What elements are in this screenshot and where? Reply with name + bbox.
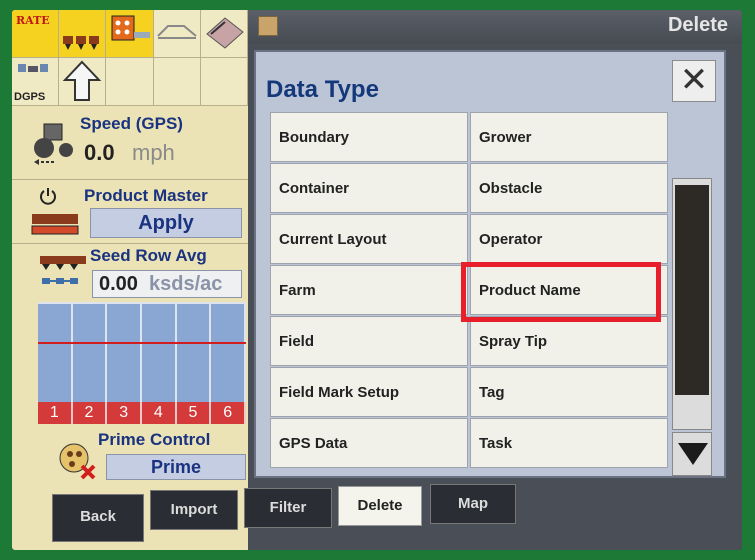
power-icon — [40, 188, 56, 205]
tab-import[interactable]: Import — [150, 490, 238, 530]
row-bar-graph[interactable] — [38, 302, 246, 402]
empty-status-cell — [106, 58, 154, 106]
main-area: Delete Data Type ✕ Boundary Grower Conta… — [248, 10, 742, 550]
prime-button[interactable]: Prime — [106, 454, 246, 480]
seed-row-avg-title: Seed Row Avg — [90, 246, 207, 265]
list-item-product-name[interactable]: Product Name — [470, 265, 668, 315]
dgps-cell[interactable]: DGPS — [12, 58, 60, 106]
top-bar: Delete — [248, 10, 742, 44]
list-item[interactable]: Grower — [470, 112, 668, 162]
list-item[interactable]: Spray Tip — [470, 316, 668, 366]
empty-status-cell — [153, 58, 201, 106]
scroll-down-icon[interactable] — [672, 432, 712, 476]
data-type-dialog: Data Type ✕ Boundary Grower Container Ob… — [254, 50, 726, 478]
list-item[interactable]: Field Mark Setup — [270, 367, 468, 417]
row-bar — [211, 302, 246, 402]
seed-map-icon[interactable] — [106, 10, 154, 58]
speed-value: 0.0 — [84, 140, 115, 165]
prime-no-icon — [59, 443, 96, 480]
list-item[interactable]: Task — [470, 418, 668, 468]
apply-button[interactable]: Apply — [90, 208, 242, 238]
page-title: Delete — [667, 14, 728, 36]
row-numbers: 1 2 3 4 5 6 — [38, 402, 246, 424]
scrollbar-thumb[interactable] — [675, 185, 709, 395]
seed-row-avg-unit: ksds/ac — [149, 273, 223, 295]
list-item[interactable]: Farm — [270, 265, 468, 315]
list-item[interactable]: Obstacle — [470, 163, 668, 213]
bottom-tab-bar: Back Import Filter Delete Map — [12, 480, 742, 550]
heading-arrow-icon[interactable] — [59, 58, 107, 106]
status-panel: RATE DGPS Speed (GPS) 0.0 mph Product Ma… — [12, 10, 248, 550]
scrollbar[interactable] — [672, 178, 712, 430]
rate-cell[interactable]: RATE — [12, 10, 60, 58]
hitch-icon[interactable] — [153, 10, 201, 58]
row-bar — [142, 302, 177, 402]
tab-map[interactable]: Map — [430, 484, 516, 524]
row-number: 2 — [72, 402, 108, 424]
list-item[interactable]: Operator — [470, 214, 668, 264]
row-bar — [107, 302, 142, 402]
dgps-label: DGPS — [14, 91, 46, 103]
tab-back[interactable]: Back — [52, 494, 144, 542]
planter-icon — [31, 214, 79, 235]
row-bar — [176, 302, 212, 402]
rate-label: RATE — [16, 14, 50, 27]
seed-row-avg-widget: Seed Row Avg 0.00 ksds/ac — [12, 244, 248, 304]
dialog-title: Data Type — [266, 76, 379, 103]
data-manager-icon — [258, 16, 278, 36]
tab-delete[interactable]: Delete — [338, 486, 422, 526]
row-number: 4 — [142, 402, 177, 424]
row-number: 3 — [107, 402, 142, 424]
product-master-title: Product Master — [84, 186, 208, 205]
tractor-icon — [34, 123, 73, 165]
row-number: 1 — [38, 402, 73, 424]
planter-rows-icon[interactable] — [59, 10, 107, 58]
speed-widget[interactable]: Speed (GPS) 0.0 mph — [12, 106, 248, 180]
speed-unit: mph — [132, 140, 175, 165]
empty-status-cell — [200, 58, 248, 106]
list-item[interactable]: Container — [270, 163, 468, 213]
seed-row-avg-value: 0.00 — [99, 273, 138, 295]
target-line — [38, 342, 246, 344]
row-bar — [72, 302, 108, 402]
display-screen: RATE DGPS Speed (GPS) 0.0 mph Product Ma… — [12, 10, 742, 550]
console-icon[interactable] — [200, 10, 248, 58]
list-item[interactable]: Tag — [470, 367, 668, 417]
list-item[interactable]: Current Layout — [270, 214, 468, 264]
list-item[interactable]: Field — [270, 316, 468, 366]
list-item[interactable]: Boundary — [270, 112, 468, 162]
prime-control-title: Prime Control — [98, 430, 211, 449]
tab-filter[interactable]: Filter — [244, 488, 332, 528]
status-icon-grid: RATE DGPS — [12, 10, 248, 106]
row-bar — [38, 302, 73, 402]
row-number: 6 — [211, 402, 246, 424]
close-icon[interactable]: ✕ — [672, 60, 716, 102]
prime-control-widget: Prime Control Prime — [12, 424, 248, 484]
seed-rows-icon — [40, 256, 86, 284]
data-type-list: Boundary Grower Container Obstacle Curre… — [270, 112, 668, 468]
speed-title: Speed (GPS) — [80, 114, 183, 133]
row-number: 5 — [176, 402, 212, 424]
list-item[interactable]: GPS Data — [270, 418, 468, 468]
seed-row-avg-readout: 0.00 ksds/ac — [92, 270, 242, 298]
product-master-widget: Product Master Apply — [12, 180, 248, 244]
